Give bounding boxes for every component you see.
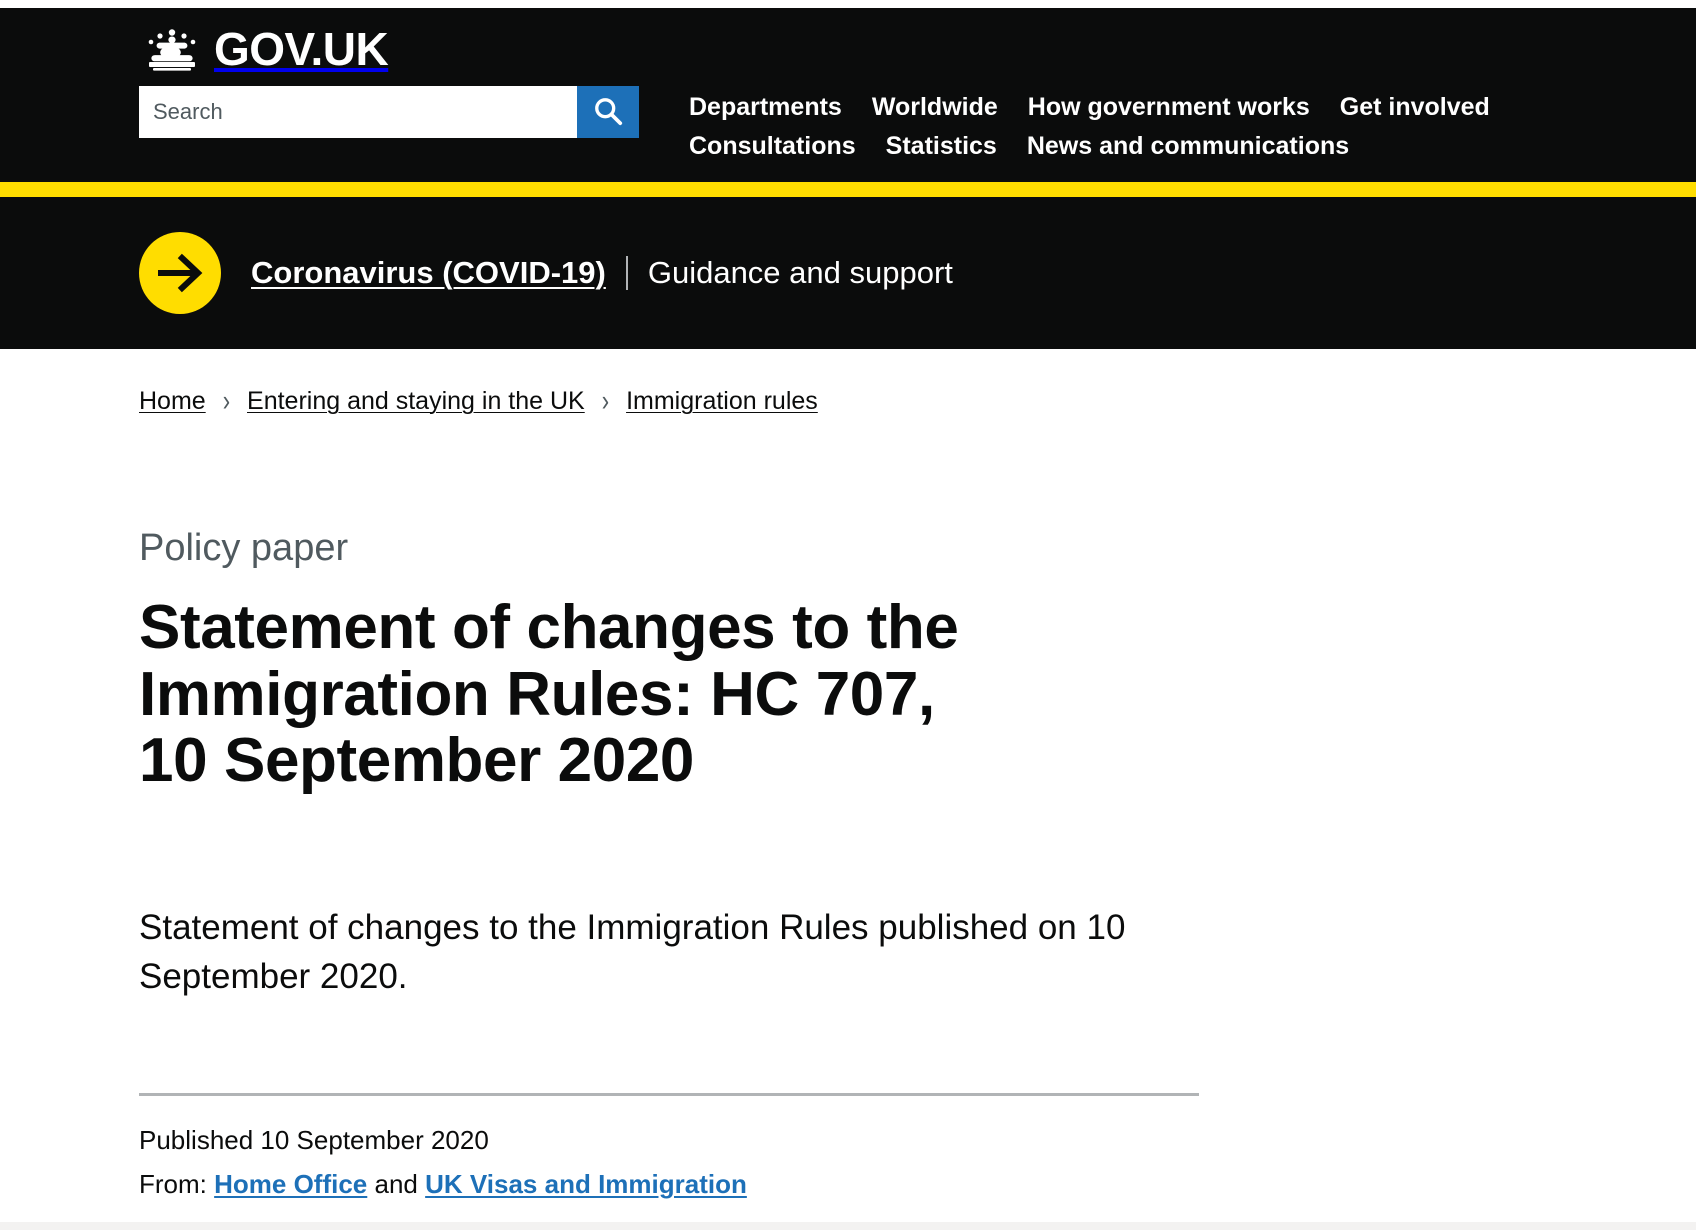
- search-icon: [593, 96, 623, 129]
- organisation-link-home-office[interactable]: Home Office: [214, 1169, 367, 1199]
- arrow-right-icon: [139, 231, 221, 314]
- govuk-logo-text: GOV.UK: [214, 23, 389, 75]
- organisation-link-uk-visas-and-immigration[interactable]: UK Visas and Immigration: [425, 1169, 747, 1199]
- page-bottom-strip: [0, 1222, 1696, 1230]
- crown-icon: [139, 27, 205, 71]
- govuk-logo-link[interactable]: GOV.UK: [139, 26, 1623, 72]
- main-content: Policy paper Statement of changes to the…: [73, 526, 1623, 1204]
- search-button[interactable]: [577, 86, 639, 138]
- chevron-right-icon: ›: [601, 383, 610, 418]
- page-root: GOV.UK Depa: [0, 0, 1696, 1230]
- nav-link-get-involved[interactable]: Get involved: [1340, 88, 1490, 127]
- yellow-divider-strip: [0, 181, 1696, 197]
- coronavirus-banner-subtext: Guidance and support: [647, 254, 953, 290]
- nav-row-primary: Departments Worldwide How government wor…: [689, 88, 1490, 127]
- nav-link-consultations[interactable]: Consultations: [689, 127, 856, 166]
- coronavirus-banner: Coronavirus (COVID-19) Guidance and supp…: [0, 196, 1696, 349]
- banner-separator: [625, 255, 628, 290]
- metadata-divider: [139, 1092, 1199, 1096]
- search-form: [139, 86, 639, 138]
- breadcrumb-wrapper: Home › Entering and staying in the UK › …: [73, 349, 1623, 417]
- breadcrumb-item-entering-and-staying-in-the-uk[interactable]: Entering and staying in the UK: [247, 387, 585, 416]
- nav-row-secondary: Consultations Statistics News and commun…: [689, 127, 1490, 166]
- nav-link-statistics[interactable]: Statistics: [886, 127, 997, 166]
- nav-link-worldwide[interactable]: Worldwide: [872, 88, 998, 127]
- breadcrumb-item-home[interactable]: Home: [139, 387, 206, 416]
- govuk-header: GOV.UK Depa: [0, 8, 1696, 182]
- breadcrumb: Home › Entering and staying in the UK › …: [139, 383, 1623, 417]
- from-organisations: From: Home Office and UK Visas and Immig…: [139, 1166, 1199, 1204]
- from-conjunction: and: [374, 1168, 418, 1199]
- header-navigation: Departments Worldwide How government wor…: [689, 86, 1490, 166]
- breadcrumb-item-immigration-rules[interactable]: Immigration rules: [626, 387, 818, 416]
- publication-metadata: Published 10 September 2020 From: Home O…: [139, 1122, 1199, 1203]
- published-date: Published 10 September 2020: [139, 1124, 489, 1155]
- page-title: Statement of changes to the Immigration …: [139, 593, 959, 795]
- nav-link-news-and-communications[interactable]: News and communications: [1027, 127, 1349, 166]
- nav-link-how-government-works[interactable]: How government works: [1028, 88, 1310, 127]
- document-summary: Statement of changes to the Immigration …: [139, 908, 1126, 996]
- search-input[interactable]: [139, 86, 577, 138]
- nav-link-departments[interactable]: Departments: [689, 88, 842, 127]
- coronavirus-link[interactable]: Coronavirus (COVID-19): [251, 255, 606, 291]
- from-label: From:: [139, 1168, 207, 1199]
- document-type-label: Policy paper: [139, 526, 349, 569]
- top-sliver: [0, 0, 1696, 8]
- chevron-right-icon: ›: [222, 383, 231, 418]
